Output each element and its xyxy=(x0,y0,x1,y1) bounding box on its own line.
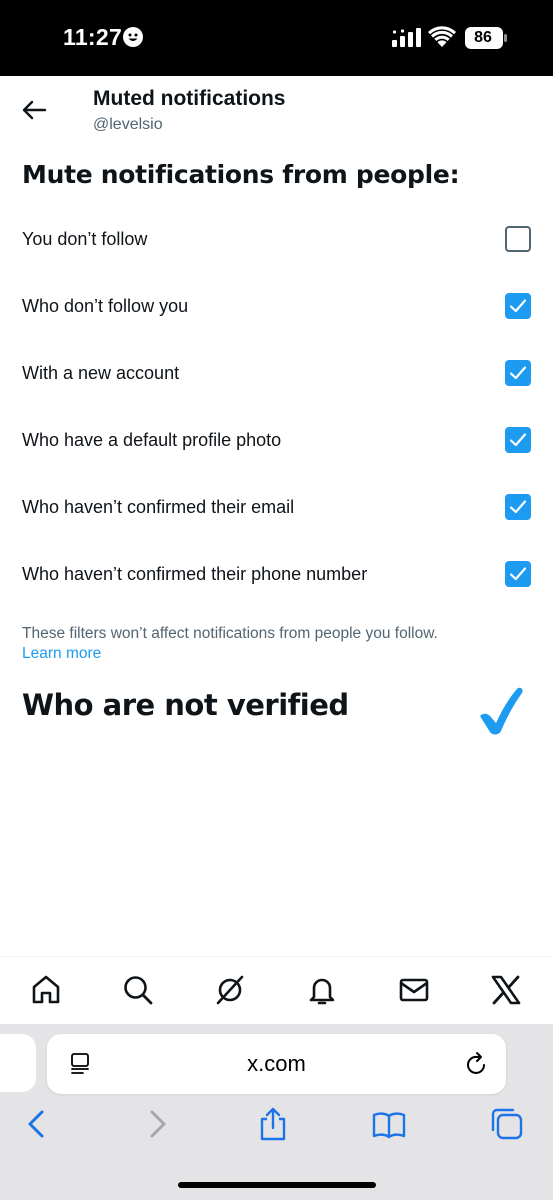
checkbox-checked[interactable] xyxy=(505,360,531,386)
option-label: Who have a default profile photo xyxy=(22,430,282,450)
option-label: Who haven’t confirmed their phone number xyxy=(22,564,368,584)
back-arrow-icon[interactable] xyxy=(20,96,48,124)
browser-toolbar: x.com xyxy=(0,1024,553,1200)
cellular-signal-icon xyxy=(392,28,421,47)
mail-icon[interactable] xyxy=(397,973,431,1007)
browser-back-icon[interactable] xyxy=(20,1106,56,1142)
bottom-nav xyxy=(0,956,553,1025)
status-time: 11:27 xyxy=(63,24,123,50)
not-verified-label: Who are not verified xyxy=(22,688,349,722)
tabs-icon[interactable] xyxy=(489,1106,525,1142)
account-handle: @levelsio xyxy=(93,116,163,133)
grok-icon[interactable] xyxy=(213,973,247,1007)
filter-note: These filters won’t affect notifications… xyxy=(22,625,438,642)
search-icon[interactable] xyxy=(121,973,155,1007)
option-label: Who haven’t confirmed their email xyxy=(22,497,295,517)
home-icon[interactable] xyxy=(29,973,63,1007)
option-row-unconfirmed-email[interactable]: Who haven’t confirmed their email xyxy=(0,483,553,531)
option-label: With a new account xyxy=(22,363,180,383)
option-row-default-photo[interactable]: Who have a default profile photo xyxy=(0,416,553,464)
option-label: You don’t follow xyxy=(22,229,148,249)
option-row-dont-follow[interactable]: You don’t follow xyxy=(0,215,553,263)
checkbox-checked[interactable] xyxy=(505,494,531,520)
smiley-icon xyxy=(123,27,143,47)
checkbox-unchecked[interactable] xyxy=(505,226,531,252)
blue-checkmark-icon[interactable] xyxy=(476,686,524,736)
learn-more-link[interactable]: Learn more xyxy=(22,645,101,663)
home-indicator xyxy=(178,1182,376,1188)
checkbox-checked[interactable] xyxy=(505,561,531,587)
checkbox-checked[interactable] xyxy=(505,293,531,319)
checkbox-checked[interactable] xyxy=(505,427,531,453)
option-row-new-account[interactable]: With a new account xyxy=(0,349,553,397)
address-bar[interactable]: x.com xyxy=(47,1034,506,1094)
wifi-icon xyxy=(428,26,456,47)
reload-icon[interactable] xyxy=(465,1051,489,1077)
page-title: Muted notifications xyxy=(93,87,286,110)
battery-level: 86 xyxy=(474,29,492,46)
share-icon[interactable] xyxy=(255,1106,291,1142)
url-text: x.com xyxy=(247,1051,306,1076)
option-label: Who don’t follow you xyxy=(22,296,189,316)
option-row-unconfirmed-phone[interactable]: Who haven’t confirmed their phone number xyxy=(0,550,553,598)
section-heading: Mute notifications from people: xyxy=(22,160,460,189)
bell-icon[interactable] xyxy=(305,973,339,1007)
option-row-dont-follow-you[interactable]: Who don’t follow you xyxy=(0,282,553,330)
previous-tab-preview[interactable] xyxy=(0,1034,36,1092)
bookmarks-icon[interactable] xyxy=(371,1106,407,1142)
x-logo-icon[interactable] xyxy=(489,973,523,1007)
browser-forward-icon[interactable] xyxy=(138,1106,174,1142)
status-bar: 11:27 86 xyxy=(0,0,553,76)
